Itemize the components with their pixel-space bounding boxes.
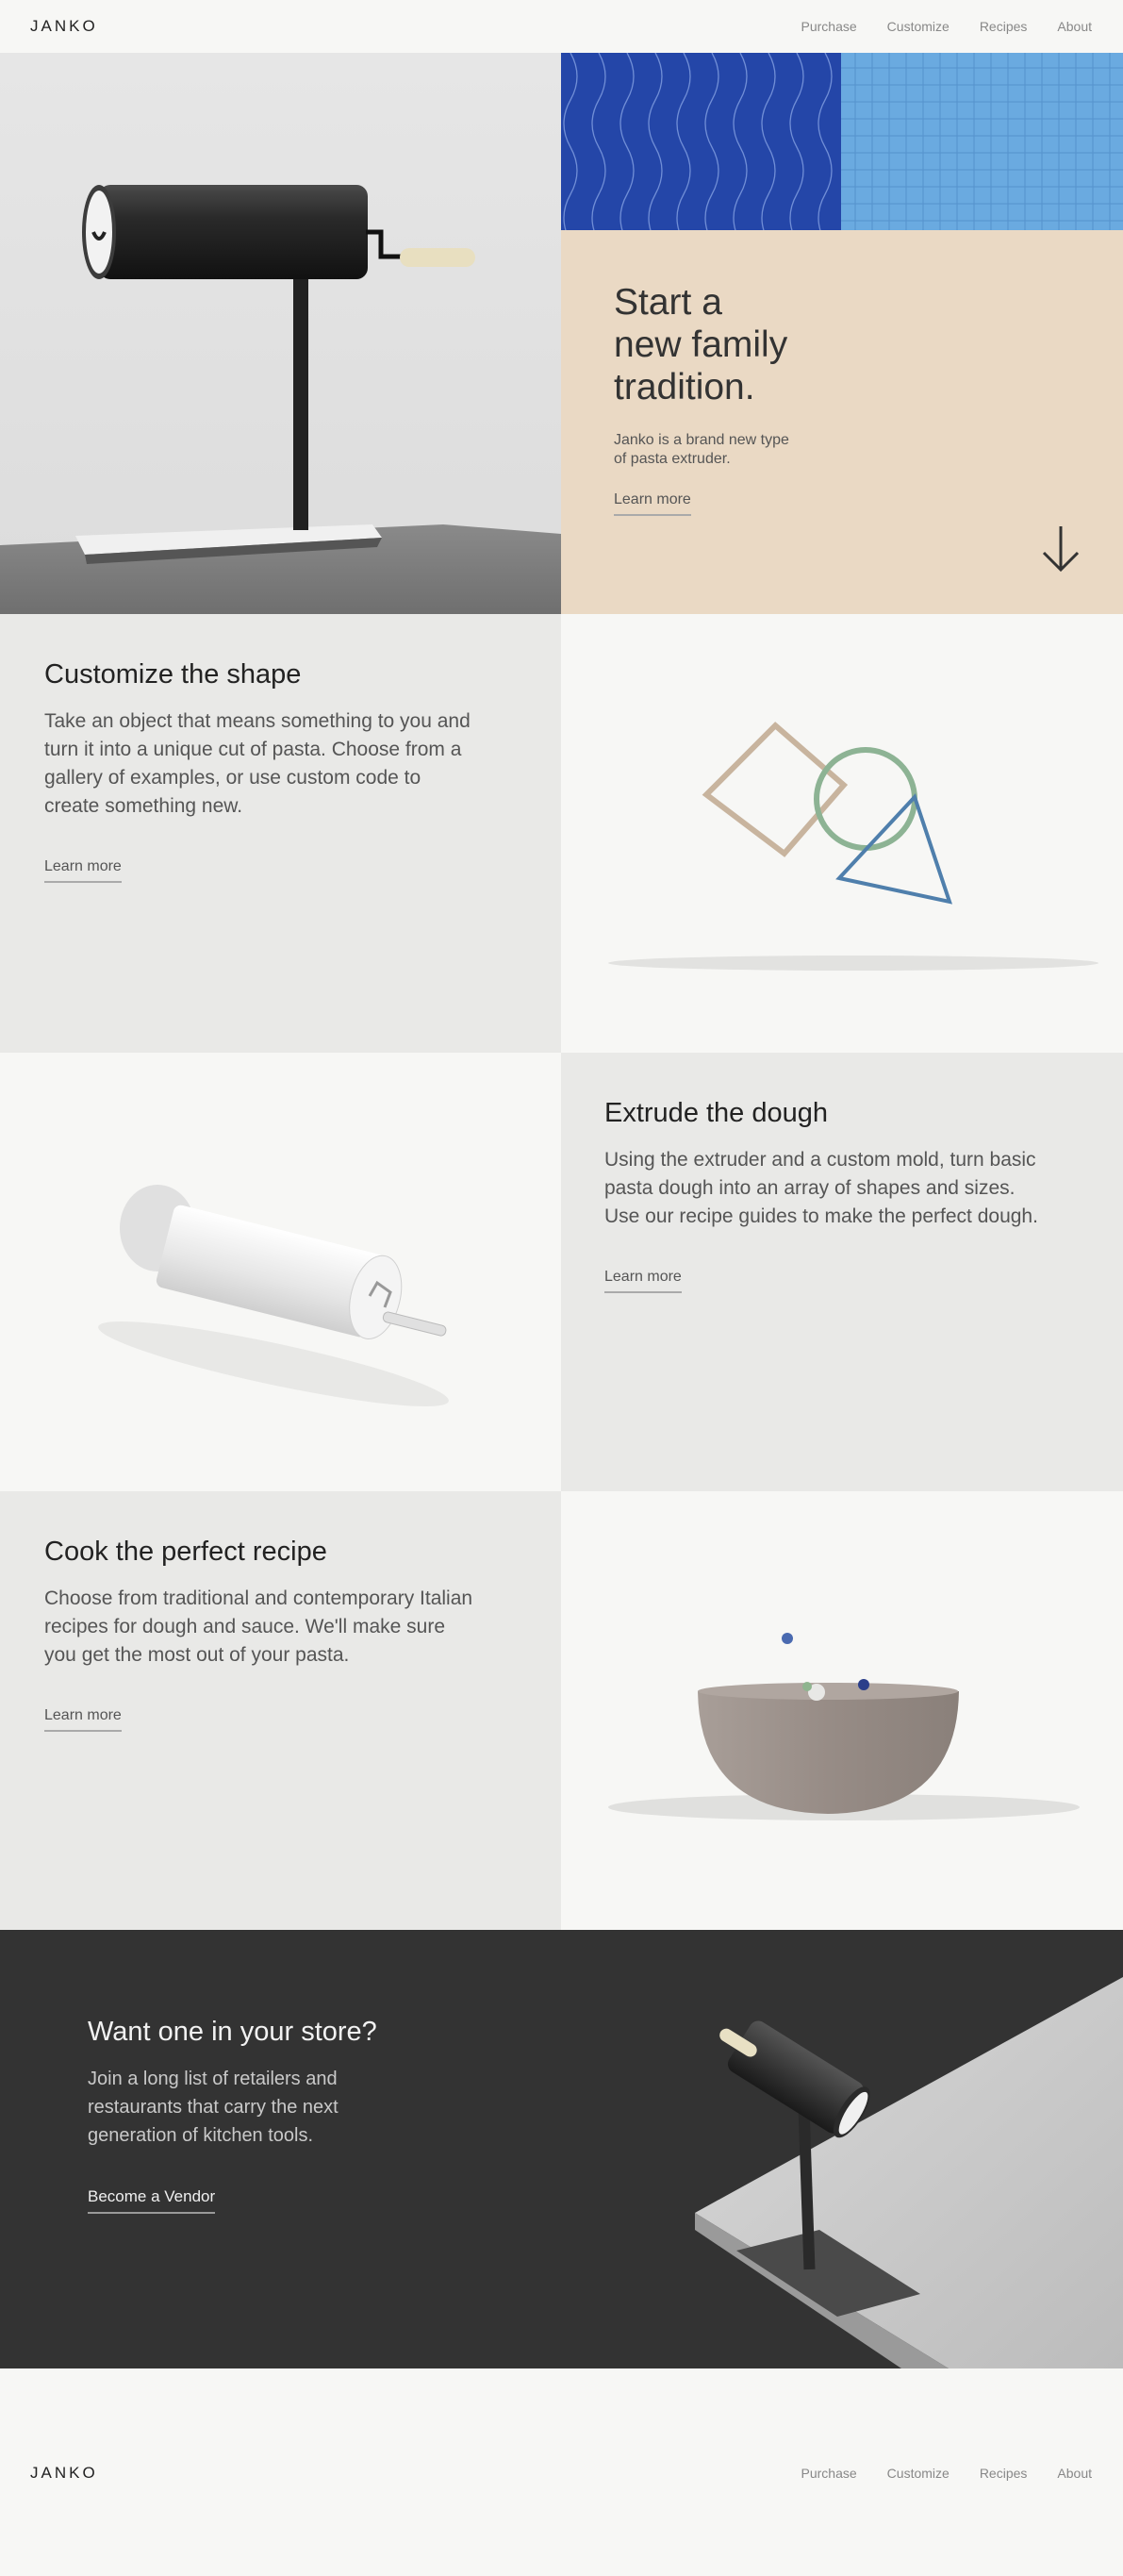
arrow-down-icon[interactable] [1040,524,1082,573]
vendor-text: Want one in your store? Join a long list… [88,2017,399,2214]
extrude-body: Using the extruder and a custom mold, tu… [604,1149,1038,1227]
customize-body: Take an object that means something to y… [44,710,471,817]
nav-customize[interactable]: Customize [887,19,950,34]
recipe-section: Cook the perfect recipe Choose from trad… [0,1491,1123,1930]
hero-text: Start a new family tradition. Janko is a… [614,281,953,516]
footer-nav-recipes[interactable]: Recipes [980,2466,1028,2481]
extruder-illustration-panel [0,1053,561,1491]
site-footer: JANKO Purchase Customize Recipes About [0,2370,1123,2576]
hero-panel: Start a new family tradition. Janko is a… [561,53,1123,614]
nav-recipes[interactable]: Recipes [980,19,1028,34]
hero-product-image [0,53,561,614]
customize-section: Customize the shape Take an object that … [0,614,1123,1053]
hero-subtitle: Janko is a brand new type of pasta extru… [614,432,789,467]
extrude-text-panel: Extrude the dough Using the extruder and… [561,1053,1123,1491]
bowl-illustration-panel [561,1491,1123,1930]
pasta-bowl-illustration [608,1633,1080,1820]
footer-brand-logo[interactable]: JANKO [30,2464,98,2483]
vendor-product-illustration [695,1977,1123,2368]
footer-nav-about[interactable]: About [1057,2466,1092,2481]
recipe-learn-more-link[interactable]: Learn more [44,1707,122,1732]
brand-logo[interactable]: JANKO [30,17,98,36]
customize-title: Customize the shape [44,659,302,690]
footer-nav-purchase[interactable]: Purchase [801,2466,857,2481]
pasta-extruder-illustration [0,185,561,614]
hero-title: Start a new family tradition. [614,282,788,407]
recipe-title: Cook the perfect recipe [44,1537,327,1567]
extrude-section: Extrude the dough Using the extruder and… [0,1053,1123,1491]
pasta-shapes-illustration [608,722,1098,971]
nav-about[interactable]: About [1057,19,1092,34]
customize-learn-more-link[interactable]: Learn more [44,858,122,883]
extrude-title: Extrude the dough [604,1098,829,1128]
footer-nav: Purchase Customize Recipes About [801,2466,1092,2481]
nav-purchase[interactable]: Purchase [801,19,857,34]
site-header: JANKO Purchase Customize Recipes About [0,0,1123,53]
main-nav: Purchase Customize Recipes About [801,19,1092,34]
pattern-tiles [561,53,1123,230]
hero-section: Start a new family tradition. Janko is a… [0,53,1123,614]
white-extruder-illustration [98,1185,449,1406]
become-vendor-link[interactable]: Become a Vendor [88,2187,216,2214]
vendor-section: Want one in your store? Join a long list… [0,1930,1123,2368]
vendor-title: Want one in your store? [88,2017,377,2047]
extrude-learn-more-link[interactable]: Learn more [604,1269,682,1293]
customize-text-panel: Customize the shape Take an object that … [0,614,561,1053]
recipe-text-panel: Cook the perfect recipe Choose from trad… [0,1491,561,1930]
footer-nav-customize[interactable]: Customize [887,2466,950,2481]
shapes-illustration-panel [561,614,1123,1053]
hero-learn-more-link[interactable]: Learn more [614,491,691,516]
vendor-body: Join a long list of retailers and restau… [88,2069,339,2146]
recipe-body: Choose from traditional and contemporary… [44,1587,473,1666]
